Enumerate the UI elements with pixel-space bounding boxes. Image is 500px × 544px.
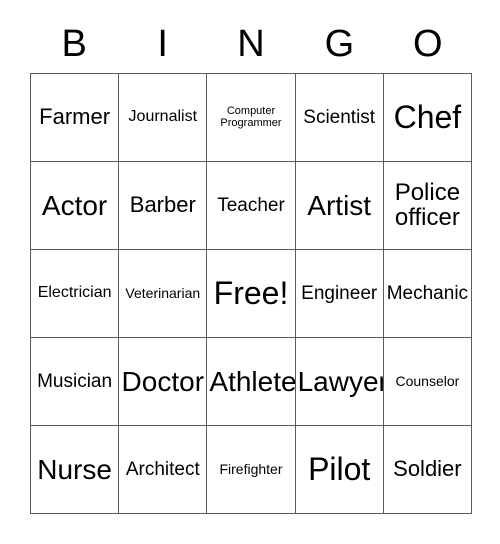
bingo-cell[interactable]: Firefighter (207, 426, 296, 514)
bingo-cell-label: Teacher (217, 194, 285, 216)
bingo-cell[interactable]: Pilot (295, 426, 384, 514)
bingo-header-letter-o: O (413, 23, 443, 65)
bingo-cell[interactable]: Computer Programmer (207, 74, 296, 162)
bingo-cell-label: Mechanic (386, 282, 469, 304)
bingo-cell[interactable]: Chef (383, 74, 472, 162)
bingo-cell-label: Barber (129, 192, 196, 218)
bingo-cell-label: Artist (307, 189, 372, 221)
bingo-cell[interactable]: Counselor (383, 338, 472, 426)
bingo-cell-label: Actor (41, 189, 108, 221)
bingo-cell[interactable]: Engineer (295, 250, 384, 338)
bingo-cell[interactable]: Nurse (31, 426, 120, 514)
bingo-cell-label: Firefighter (219, 461, 283, 478)
bingo-header-letter-b: B (61, 23, 87, 65)
bingo-cell[interactable]: Athlete (207, 338, 296, 426)
bingo-cell[interactable]: Farmer (31, 74, 120, 162)
bingo-cell[interactable]: Architect (119, 426, 208, 514)
bingo-cell[interactable]: Teacher (207, 162, 296, 250)
bingo-cell-label: Electrician (37, 284, 112, 302)
bingo-cell-label: Musician (37, 370, 113, 392)
bingo-cell-label: Police officer (394, 178, 461, 231)
bingo-cell[interactable]: Mechanic (383, 250, 472, 338)
bingo-cell-label: Lawyer (297, 365, 384, 397)
bingo-free-cell[interactable]: Free! (207, 250, 296, 338)
bingo-cell[interactable]: Musician (31, 338, 120, 426)
bingo-cell[interactable]: Soldier (383, 426, 472, 514)
bingo-cell[interactable]: Veterinarian (119, 250, 208, 338)
bingo-grid: Farmer Journalist Computer Programmer Scien… (30, 73, 472, 514)
bingo-cell-label: Free! (213, 274, 289, 311)
bingo-header: BINGO (30, 18, 472, 70)
bingo-cell[interactable]: Scientist (295, 74, 384, 162)
bingo-cell[interactable]: Journalist (119, 74, 208, 162)
bingo-cell-label: Athlete (209, 365, 296, 397)
bingo-cell-label: Architect (125, 458, 200, 480)
bingo-cell-label: Scientist (303, 106, 376, 128)
bingo-cell-label: Engineer (301, 282, 378, 304)
bingo-header-letter-g: G (324, 23, 355, 65)
bingo-card: B I N G O Farmer Journalist Computer Programme… (0, 0, 500, 544)
bingo-cell[interactable]: Doctor (119, 338, 208, 426)
bingo-cell[interactable]: Artist (295, 162, 384, 250)
bingo-cell[interactable]: Actor (31, 162, 120, 250)
bingo-cell-label: Chef (393, 98, 462, 135)
bingo-cell-label: Journalist (128, 108, 198, 126)
bingo-cell-label: Computer Programmer (220, 105, 282, 129)
bingo-cell[interactable]: Lawyer (295, 338, 384, 426)
bingo-cell-label: Doctor (121, 365, 205, 397)
bingo-cell[interactable]: Barber (119, 162, 208, 250)
bingo-cell-label: Pilot (308, 450, 371, 487)
bingo-cell-label: Nurse (37, 453, 112, 485)
bingo-cell-label: Veterinarian (125, 285, 201, 302)
bingo-header-letter-n: N (237, 23, 265, 65)
bingo-header-letter-i: I (157, 23, 168, 65)
bingo-cell-label: Counselor (395, 373, 460, 390)
bingo-cell[interactable]: Electrician (31, 250, 120, 338)
bingo-cell[interactable]: Police officer (383, 162, 472, 250)
bingo-cell-label: Farmer (39, 104, 111, 130)
bingo-cell-label: Soldier (393, 456, 462, 482)
